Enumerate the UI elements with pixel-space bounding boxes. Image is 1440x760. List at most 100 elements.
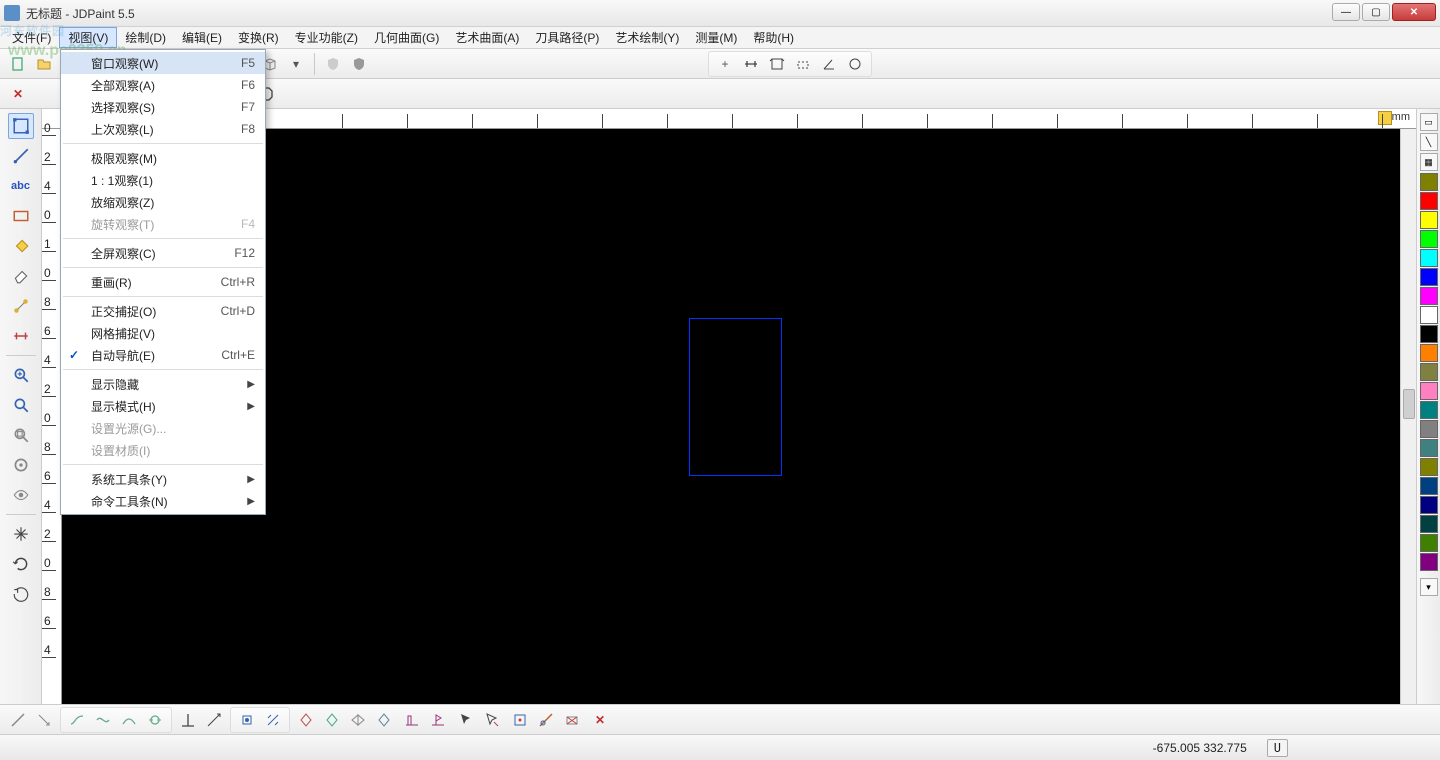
menu-pro[interactable]: 专业功能(Z): [287, 27, 366, 48]
color-swatch[interactable]: [1420, 287, 1438, 305]
snap1-icon[interactable]: [235, 708, 259, 732]
ptr1-icon[interactable]: [454, 708, 478, 732]
menu-item[interactable]: 系统工具条(Y)▶: [61, 468, 265, 490]
menu-item[interactable]: 窗口观察(W)F5: [61, 52, 265, 74]
select-tool-icon[interactable]: [8, 113, 34, 139]
op1-icon[interactable]: [508, 708, 532, 732]
menu-geom[interactable]: 几何曲面(G): [366, 27, 447, 48]
menu-item[interactable]: 全屏观察(C)F12: [61, 242, 265, 264]
cancel-icon[interactable]: ✕: [6, 82, 30, 106]
color-swatch[interactable]: [1420, 192, 1438, 210]
rectangle-shape[interactable]: [689, 318, 782, 476]
status-mode-button[interactable]: U: [1267, 739, 1288, 757]
menu-art[interactable]: 艺术曲面(A): [447, 27, 527, 48]
color-swatch[interactable]: [1420, 306, 1438, 324]
new-file-icon[interactable]: [6, 52, 30, 76]
v-scroll-thumb[interactable]: [1403, 389, 1415, 419]
mirror4-icon[interactable]: [372, 708, 396, 732]
color-swatch[interactable]: [1420, 230, 1438, 248]
color-swatch[interactable]: [1420, 382, 1438, 400]
curve4-icon[interactable]: [143, 708, 167, 732]
menu-toolpath[interactable]: 刀具路径(P): [527, 27, 607, 48]
menu-item[interactable]: 显示隐藏▶: [61, 373, 265, 395]
color-swatch[interactable]: [1420, 420, 1438, 438]
menu-item[interactable]: 极限观察(M): [61, 147, 265, 169]
menu-item[interactable]: 1 : 1观察(1): [61, 169, 265, 191]
vertical-scrollbar[interactable]: [1400, 129, 1416, 718]
curve1-icon[interactable]: [65, 708, 89, 732]
rect-tool-icon[interactable]: [8, 203, 34, 229]
color-swatch[interactable]: [1420, 439, 1438, 457]
color-swatch[interactable]: [1420, 363, 1438, 381]
menu-draw[interactable]: 绘制(D): [117, 27, 174, 48]
menu-item[interactable]: ✓自动导航(E)Ctrl+E: [61, 344, 265, 366]
shield1-icon[interactable]: [321, 52, 345, 76]
palette-strike-icon[interactable]: ╲: [1420, 133, 1438, 151]
palette-hide-icon[interactable]: ▭: [1420, 113, 1438, 131]
text-tool-icon[interactable]: abc: [8, 173, 34, 199]
color-swatch[interactable]: [1420, 515, 1438, 533]
shield2-icon[interactable]: [347, 52, 371, 76]
menu-artdraw[interactable]: 艺术绘制(Y): [607, 27, 687, 48]
zoom-all-icon[interactable]: [8, 452, 34, 478]
snap-plus-icon[interactable]: +: [713, 52, 737, 76]
color-swatch[interactable]: [1420, 553, 1438, 571]
edit-arrow-icon[interactable]: [32, 708, 56, 732]
ruler-pencil-icon[interactable]: [1378, 111, 1392, 125]
snap-box-icon[interactable]: [765, 52, 789, 76]
bottom-cancel-icon[interactable]: ✕: [588, 708, 612, 732]
zoom-sel-icon[interactable]: [8, 422, 34, 448]
menu-item[interactable]: 上次观察(L)F8: [61, 118, 265, 140]
curve3-icon[interactable]: [117, 708, 141, 732]
curve2-icon[interactable]: [91, 708, 115, 732]
color-swatch[interactable]: [1420, 477, 1438, 495]
color-swatch[interactable]: [1420, 173, 1438, 191]
snap2-icon[interactable]: [261, 708, 285, 732]
refresh-tool-icon[interactable]: [8, 581, 34, 607]
color-swatch[interactable]: [1420, 534, 1438, 552]
color-swatch[interactable]: [1420, 458, 1438, 476]
snap-h-icon[interactable]: [739, 52, 763, 76]
color-swatch[interactable]: [1420, 249, 1438, 267]
color-swatch[interactable]: [1420, 325, 1438, 343]
pan-tool-icon[interactable]: [8, 521, 34, 547]
snap-circle-icon[interactable]: [843, 52, 867, 76]
edit-line-icon[interactable]: [6, 708, 30, 732]
palette-dropdown-icon[interactable]: ▾: [1420, 578, 1438, 596]
minimize-button[interactable]: —: [1332, 3, 1360, 21]
diag-icon[interactable]: [202, 708, 226, 732]
ptr2-icon[interactable]: [480, 708, 504, 732]
mirror1-icon[interactable]: [294, 708, 318, 732]
rotate-tool-icon[interactable]: [8, 551, 34, 577]
menu-item[interactable]: 显示模式(H)▶: [61, 395, 265, 417]
mirror2-icon[interactable]: [320, 708, 344, 732]
menu-item[interactable]: 网格捕捉(V): [61, 322, 265, 344]
snap-angle-icon[interactable]: [817, 52, 841, 76]
zoom-fit-icon[interactable]: [8, 392, 34, 418]
close-button[interactable]: ✕: [1392, 3, 1436, 21]
cube-dropdown-icon[interactable]: ▾: [284, 52, 308, 76]
color-swatch[interactable]: [1420, 268, 1438, 286]
color-swatch[interactable]: [1420, 211, 1438, 229]
menu-file[interactable]: 文件(F): [4, 27, 59, 48]
node-tool-icon[interactable]: [8, 293, 34, 319]
menu-item[interactable]: 放缩观察(Z): [61, 191, 265, 213]
color-swatch[interactable]: [1420, 401, 1438, 419]
op3-icon[interactable]: [560, 708, 584, 732]
menu-item[interactable]: 全部观察(A)F6: [61, 74, 265, 96]
menu-item[interactable]: 命令工具条(N)▶: [61, 490, 265, 512]
measure-tool-icon[interactable]: [8, 323, 34, 349]
menu-item[interactable]: 选择观察(S)F7: [61, 96, 265, 118]
menu-measure[interactable]: 测量(M): [687, 27, 745, 48]
align1-icon[interactable]: [400, 708, 424, 732]
menu-item[interactable]: 正交捕捉(O)Ctrl+D: [61, 300, 265, 322]
menu-edit[interactable]: 编辑(E): [174, 27, 230, 48]
open-file-icon[interactable]: [32, 52, 56, 76]
perp-icon[interactable]: [176, 708, 200, 732]
color-swatch[interactable]: [1420, 344, 1438, 362]
color-swatch[interactable]: [1420, 496, 1438, 514]
op2-icon[interactable]: [534, 708, 558, 732]
line-tool-icon[interactable]: [8, 143, 34, 169]
menu-help[interactable]: 帮助(H): [745, 27, 802, 48]
snap-dim-icon[interactable]: [791, 52, 815, 76]
